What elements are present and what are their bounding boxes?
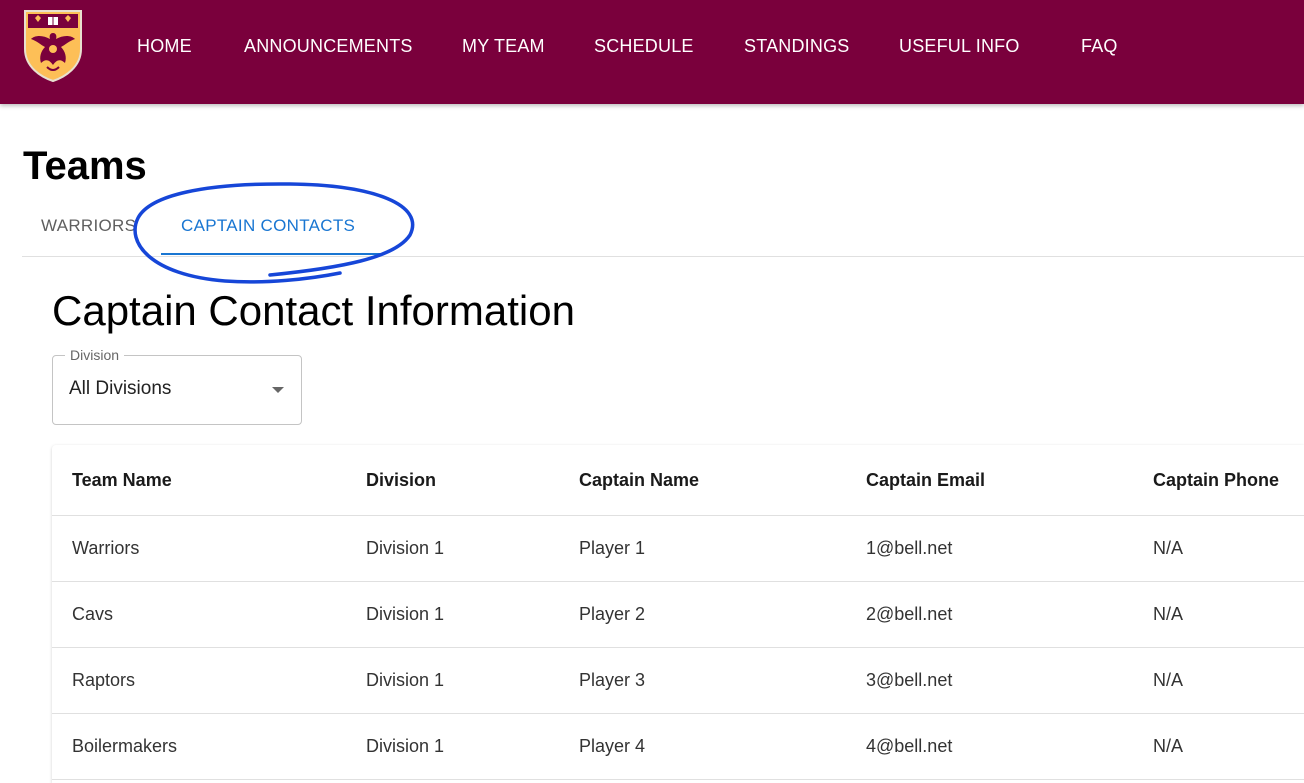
cell-captain-phone: N/A <box>1153 538 1184 558</box>
cell-captain-name: Player 2 <box>579 604 646 624</box>
cell-captain-name: Player 1 <box>579 538 646 558</box>
tab-captain-contacts[interactable]: CAPTAIN CONTACTS <box>181 216 355 236</box>
nav-home[interactable]: HOME <box>137 36 192 57</box>
cell-captain-email: 3@bell.net <box>866 670 953 690</box>
cell-captain-email: 4@bell.net <box>866 736 953 756</box>
nav-faq[interactable]: FAQ <box>1081 36 1118 57</box>
header-team-name: Team Name <box>72 470 172 490</box>
table-row: Cavs Division 1 Player 2 2@bell.net N/A <box>52 582 1304 648</box>
crest-logo-icon[interactable] <box>23 9 83 83</box>
table-row: Boilermakers Division 1 Player 4 4@bell.… <box>52 714 1304 780</box>
cell-division: Division 1 <box>366 604 445 624</box>
cell-captain-name: Player 3 <box>579 670 646 690</box>
header-division: Division <box>366 470 437 490</box>
captain-contacts-table: Team Name Division Captain Name Captain … <box>52 445 1304 783</box>
cell-captain-email: 2@bell.net <box>866 604 953 624</box>
dropdown-arrow-icon <box>272 387 284 393</box>
nav-schedule[interactable]: SCHEDULE <box>594 36 694 57</box>
header-captain-phone: Captain Phone <box>1153 470 1280 490</box>
section-title: Captain Contact Information <box>52 287 575 334</box>
nav-announcements[interactable]: ANNOUNCEMENTS <box>244 36 413 57</box>
nav-useful-info[interactable]: USEFUL INFO <box>899 36 1020 57</box>
top-nav-bar: HOME ANNOUNCEMENTS MY TEAM SCHEDULE STAN… <box>0 0 1304 104</box>
nav-my-team[interactable]: MY TEAM <box>462 36 545 57</box>
cell-captain-name: Player 4 <box>579 736 646 756</box>
tabs-divider <box>22 256 1304 257</box>
active-tab-indicator <box>161 253 383 255</box>
table-row: Raptors Division 1 Player 3 3@bell.net N… <box>52 648 1304 714</box>
tab-warriors[interactable]: WARRIORS <box>41 216 136 236</box>
cell-team-name: Cavs <box>72 604 114 624</box>
nav-standings[interactable]: STANDINGS <box>744 36 849 57</box>
cell-captain-phone: N/A <box>1153 604 1184 624</box>
cell-division: Division 1 <box>366 670 445 690</box>
cell-captain-phone: N/A <box>1153 670 1184 690</box>
cell-captain-phone: N/A <box>1153 736 1184 756</box>
table-header-row: Team Name Division Captain Name Captain … <box>52 445 1304 516</box>
table-row: Warriors Division 1 Player 1 1@bell.net … <box>52 516 1304 582</box>
page-title: Teams <box>23 144 147 188</box>
division-select[interactable]: Division All Divisions <box>52 347 302 425</box>
cell-division: Division 1 <box>366 538 445 558</box>
cell-captain-email: 1@bell.net <box>866 538 953 558</box>
cell-team-name: Warriors <box>72 538 140 558</box>
cell-team-name: Boilermakers <box>72 736 178 756</box>
division-select-value: All Divisions <box>69 378 172 399</box>
division-select-label: Division <box>65 347 125 363</box>
cell-division: Division 1 <box>366 736 445 756</box>
header-captain-name: Captain Name <box>579 470 700 490</box>
cell-team-name: Raptors <box>72 670 136 690</box>
header-captain-email: Captain Email <box>866 470 986 490</box>
